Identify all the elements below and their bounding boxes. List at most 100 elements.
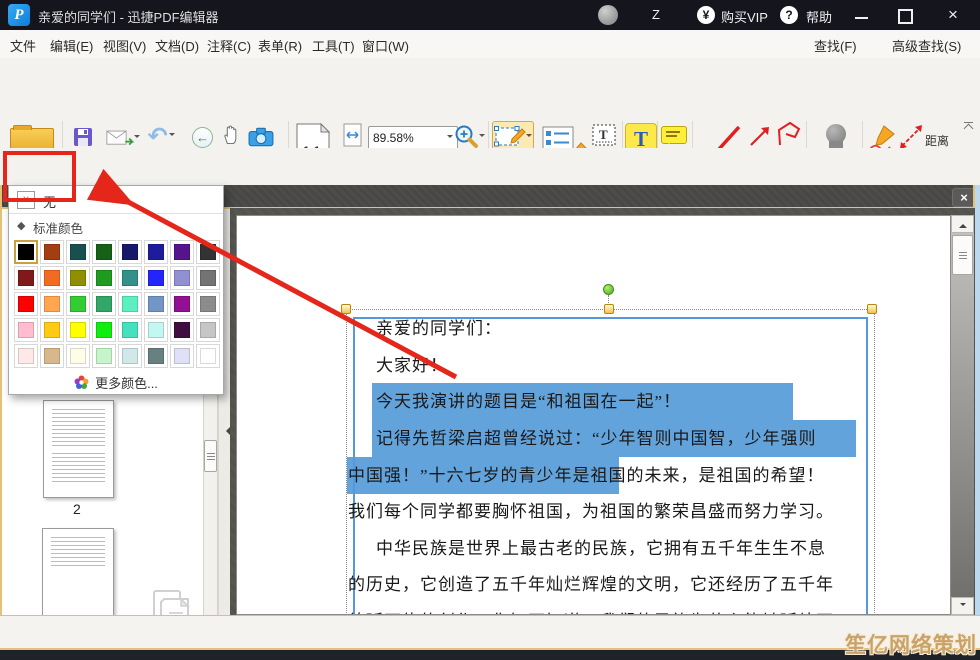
color-swatch[interactable]: [196, 266, 220, 290]
color-swatch[interactable]: [92, 318, 116, 342]
save-icon[interactable]: [72, 126, 94, 148]
color-swatch[interactable]: [66, 292, 90, 316]
buy-vip-button[interactable]: 购买VIP: [721, 7, 768, 26]
distance-icon[interactable]: [898, 124, 924, 150]
find-menu-item[interactable]: 查找(F): [814, 36, 857, 55]
textfield-dashed-icon[interactable]: T: [590, 122, 618, 148]
menu-view[interactable]: 视图(V): [103, 36, 146, 55]
color-swatch[interactable]: [170, 318, 194, 342]
go-back-icon[interactable]: ←: [192, 127, 213, 148]
color-swatch[interactable]: [196, 318, 220, 342]
color-swatch[interactable]: [92, 240, 116, 264]
color-swatch[interactable]: [40, 240, 64, 264]
more-colors-option[interactable]: 更多颜色...: [9, 370, 223, 394]
color-swatch[interactable]: [40, 292, 64, 316]
doc-text-line[interactable]: 亲爱的同学们：: [376, 310, 502, 347]
doc-text-line[interactable]: 我们每个同学都要胸怀祖国，为祖国的繁荣昌盛而努力学习。: [348, 493, 834, 530]
color-swatch[interactable]: [144, 240, 168, 264]
doc-text-line[interactable]: 今天我演讲的题目是“和祖国在一起”！: [376, 383, 681, 420]
page-thumbnail-3[interactable]: [42, 528, 114, 628]
polyline-tool-icon[interactable]: [776, 121, 802, 149]
menu-document[interactable]: 文档(D): [155, 36, 199, 55]
color-swatch[interactable]: [40, 266, 64, 290]
color-swatch[interactable]: [66, 318, 90, 342]
color-swatch-fill: [44, 348, 60, 364]
doc-text-line[interactable]: 绵延不绝的创作！你知不知道，我们的民族为什么能够延续不: [348, 603, 834, 614]
color-swatch[interactable]: [92, 266, 116, 290]
resize-handle-top-center[interactable]: [604, 304, 614, 314]
doc-text-line[interactable]: 大家好！: [376, 347, 448, 384]
maximize-button[interactable]: [898, 9, 913, 24]
color-swatch[interactable]: [14, 292, 38, 316]
minimize-button[interactable]: [855, 17, 868, 19]
hand-tool-icon[interactable]: [220, 122, 240, 148]
color-swatch[interactable]: [196, 344, 220, 368]
color-swatch[interactable]: [118, 266, 142, 290]
menu-edit[interactable]: 编辑(E): [50, 36, 93, 55]
snapshot-icon[interactable]: [247, 126, 275, 148]
note-icon[interactable]: [661, 126, 687, 144]
close-button[interactable]: ×: [948, 5, 958, 25]
resize-handle-top-left[interactable]: [341, 304, 351, 314]
doc-text-line[interactable]: 的历史，它创造了五千年灿烂辉煌的文明，它还经历了五千年: [348, 566, 834, 603]
menu-tools[interactable]: 工具(T): [312, 36, 355, 55]
color-swatch[interactable]: [118, 318, 142, 342]
document-scrollbar[interactable]: [951, 215, 974, 615]
help-button[interactable]: 帮助: [806, 7, 832, 26]
user-initial[interactable]: Z: [652, 7, 660, 22]
color-swatch[interactable]: [92, 344, 116, 368]
pdf-page[interactable]: 亲爱的同学们： 大家好！ 今天我演讲的题目是“和祖国在一起”！ 记得先哲梁启超曾…: [236, 215, 951, 615]
color-swatch[interactable]: [144, 266, 168, 290]
doc-text-line[interactable]: 记得先哲梁启超曾经说过：“少年智则中国智，少年强则: [376, 420, 817, 457]
color-swatch-fill: [148, 348, 164, 364]
zoom-magnifier-icon[interactable]: [452, 124, 486, 150]
color-swatch[interactable]: [170, 344, 194, 368]
color-swatch[interactable]: [14, 344, 38, 368]
doc-text-line[interactable]: 中华民族是世界上最古老的民族，它拥有五千年生生不息: [376, 530, 826, 567]
color-swatch[interactable]: [118, 292, 142, 316]
color-swatch[interactable]: [118, 240, 142, 264]
undo-icon[interactable]: ↶: [146, 123, 176, 150]
resize-handle-top-right[interactable]: [867, 304, 877, 314]
color-swatch-fill: [174, 322, 190, 338]
doc-text-line[interactable]: 中国强！”十六七岁的青少年是祖国的未来，是祖国的希望！: [348, 457, 825, 494]
color-swatch[interactable]: [144, 344, 168, 368]
color-swatch[interactable]: [66, 344, 90, 368]
color-swatch[interactable]: [144, 292, 168, 316]
collapse-toolbar-icon[interactable]: [963, 122, 975, 132]
menu-window[interactable]: 窗口(W): [362, 36, 409, 55]
color-swatch[interactable]: [118, 344, 142, 368]
color-swatch[interactable]: [14, 318, 38, 342]
email-icon[interactable]: [106, 128, 140, 148]
color-swatch-fill: [44, 244, 60, 260]
color-swatch[interactable]: [66, 240, 90, 264]
color-swatch[interactable]: [170, 240, 194, 264]
color-swatch[interactable]: [66, 266, 90, 290]
rotate-handle[interactable]: [603, 284, 614, 295]
svg-text:T: T: [599, 127, 608, 142]
advanced-find-menu-item[interactable]: 高级查找(S): [892, 36, 961, 55]
arrow-tool-icon[interactable]: [748, 124, 772, 148]
title-bar: P 亲爱的同学们 - 迅捷PDF编辑器 Z ¥ 购买VIP ? 帮助 ×: [0, 0, 980, 30]
user-avatar[interactable]: [598, 5, 618, 25]
menu-comment[interactable]: 注释(C): [207, 36, 251, 55]
menu-file[interactable]: 文件: [10, 36, 36, 55]
color-swatch[interactable]: [196, 240, 220, 264]
color-swatch[interactable]: [40, 344, 64, 368]
color-swatch[interactable]: [144, 318, 168, 342]
color-swatch[interactable]: [40, 318, 64, 342]
color-swatch[interactable]: [92, 292, 116, 316]
color-swatch-fill: [200, 322, 216, 338]
page-thumbnail-2[interactable]: [43, 400, 114, 498]
menu-form[interactable]: 表单(R): [258, 36, 302, 55]
fit-width-icon[interactable]: [341, 122, 363, 147]
color-swatch[interactable]: [170, 266, 194, 290]
color-swatch-fill: [70, 322, 86, 338]
sidebar-scrollbar-thumb[interactable]: [204, 440, 217, 472]
color-swatch[interactable]: [14, 240, 38, 264]
color-swatch[interactable]: [14, 266, 38, 290]
distance-label[interactable]: 距离: [925, 132, 949, 149]
color-swatch[interactable]: [196, 292, 220, 316]
color-swatch[interactable]: [170, 292, 194, 316]
toolbar-zoom-combo[interactable]: 89.58%: [368, 126, 458, 150]
